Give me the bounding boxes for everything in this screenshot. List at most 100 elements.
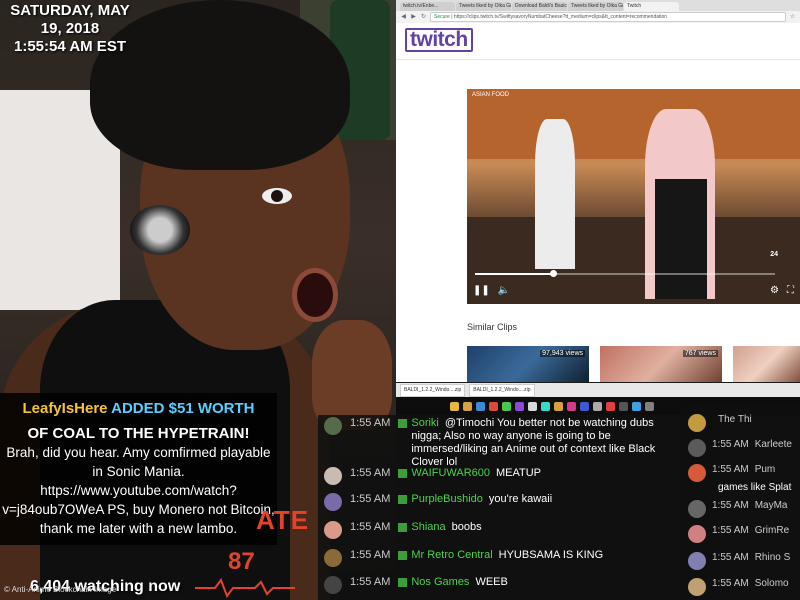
chat-time: 1:55 AM [350, 493, 391, 505]
app-icon[interactable] [554, 401, 563, 411]
app-icon[interactable] [528, 401, 537, 411]
app-icon[interactable] [489, 401, 498, 411]
hypetrain-level: 87 [228, 548, 255, 575]
app-icon[interactable] [476, 401, 485, 411]
chat-avatar [324, 417, 342, 435]
donation-alert: LeafyIsHere ADDED $51 WORTH OF COAL TO T… [0, 393, 277, 545]
headphone-icon [130, 205, 190, 255]
similar-clips-heading: Similar Clips [467, 322, 518, 332]
address-row: ◀ ▶ ↻ Secure | https://clips.twitch.tv/S… [396, 11, 800, 23]
donation-worth: WORTH [193, 400, 255, 417]
chat-username: Karleete [754, 439, 792, 450]
pause-icon[interactable]: ❚❚ [473, 285, 490, 296]
chat-avatar [688, 578, 706, 596]
eye [262, 188, 292, 204]
chat-time: 1:55 AM [712, 500, 749, 511]
chat-badge-icon [398, 419, 408, 428]
chat-text: games like Splat [718, 482, 792, 493]
chat-time: 1:55 AM [350, 417, 391, 429]
chat-time: 1:55 AM [350, 521, 391, 533]
chat-username: Shiana [411, 521, 446, 533]
chrome-icon[interactable] [450, 401, 459, 411]
progress-handle[interactable] [550, 270, 557, 277]
kitchen-cabinet [467, 89, 800, 159]
download-item[interactable]: BALDI_1.2.2_Windo....zip [469, 383, 535, 397]
app-icon[interactable] [502, 401, 511, 411]
address-bar[interactable]: Secure | https://clips.twitch.tv/Swiftys… [430, 12, 786, 22]
app-icon[interactable] [606, 401, 615, 411]
chat-avatar [324, 467, 342, 485]
watermark: © Anti-Anime Blockchain Image [4, 585, 117, 594]
forward-icon[interactable]: ▶ [410, 14, 417, 21]
chat-username: Nos Games [411, 576, 470, 588]
chat-text: MEATUP [496, 467, 542, 479]
settings-icon[interactable]: ⚙ [770, 285, 779, 296]
app-icon[interactable] [541, 401, 550, 411]
app-icon[interactable] [632, 401, 641, 411]
heartbeat-icon [195, 578, 295, 598]
chat-text: boobs [451, 521, 482, 533]
donation-message: Brah, did you hear. Amy comfirmed playab… [2, 445, 275, 536]
chat-username: Soriki [411, 417, 439, 429]
star-icon[interactable]: ☆ [789, 14, 796, 21]
chat-avatar [324, 549, 342, 567]
app-icon[interactable] [645, 401, 654, 411]
chat-badge-icon [398, 523, 408, 532]
browser-tab-active[interactable]: Twitch [624, 2, 679, 11]
hand [312, 320, 392, 430]
donation-line2: OF COAL TO THE HYPETRAIN! [27, 425, 250, 442]
chat-message: 1:55 AM Rhino S [682, 552, 800, 570]
chat-badge-icon [398, 469, 408, 478]
download-item[interactable]: BALDI_1.2.2_Windo....zip [400, 383, 466, 397]
chat-username: Solomo [754, 578, 789, 589]
chat-message: 1:55 AM GrimRe [682, 525, 800, 543]
chat-username: Mr Retro Central [411, 549, 493, 561]
fullscreen-icon[interactable]: ⛶ [787, 285, 794, 296]
chat-avatar [688, 500, 706, 518]
twitch-logo[interactable]: twitch [405, 28, 473, 52]
browser-tab[interactable]: Tweets liked by Oika Gl... [456, 2, 511, 11]
donation-added: ADDED [107, 400, 169, 417]
apron [655, 179, 707, 299]
chat-username: PurpleBushido [411, 493, 483, 505]
chat-message: 1:55 AM PurpleBushido you're kawaii [318, 493, 718, 511]
browser-tab[interactable]: Download Baldi's Basic... [512, 2, 567, 11]
app-icon[interactable] [567, 401, 576, 411]
video-player[interactable]: ASIAN FOOD 24 ❚❚ 🔈 ⚙ ⛶ [467, 89, 800, 304]
clip-thumbnail[interactable] [733, 346, 800, 382]
chat-avatar [688, 414, 706, 432]
secure-label: Secure [434, 14, 450, 20]
app-icon[interactable] [515, 401, 524, 411]
app-icon[interactable] [619, 401, 628, 411]
clip-thumbnail[interactable]: 767 views [600, 346, 722, 382]
chat-avatar [324, 576, 342, 594]
chat-time: 1:55 AM [712, 578, 749, 589]
clip-thumbnail[interactable]: 97,943 views [467, 346, 589, 382]
folder-icon[interactable] [463, 401, 472, 411]
browser-window: twitch.tv/Enbe... Tweets liked by Oika G… [396, 0, 800, 382]
reload-icon[interactable]: ↻ [420, 14, 427, 21]
progress-bar[interactable] [475, 270, 775, 277]
chat-time: 1:55 AM [712, 439, 749, 450]
volume-icon[interactable]: 🔈 [498, 285, 510, 296]
chat-avatar [324, 521, 342, 539]
browser-tab[interactable]: twitch.tv/Enbe... [400, 2, 455, 11]
chat-panel: 1:55 AM Soriki @Timochi You better not be… [318, 415, 718, 600]
chat-message: 1:55 AM Soriki @Timochi You better not be… [318, 417, 718, 469]
chat-text: HYUBSAMA IS KING [498, 549, 604, 561]
url-text: https://clips.twitch.tv/SwiftysavoryNumb… [453, 14, 668, 20]
hypetrain-label: ATE [256, 505, 310, 535]
chat-badge-icon [398, 495, 408, 504]
app-icon[interactable] [580, 401, 589, 411]
chat-message: 1:55 AM Karleete [682, 439, 800, 457]
back-icon[interactable]: ◀ [400, 14, 407, 21]
chat-message: 1:55 AM Solomo [682, 578, 800, 596]
app-icon[interactable] [593, 401, 602, 411]
donation-headline: LeafyIsHere ADDED $51 WORTH [0, 399, 277, 418]
time-text: 1:55:54 AM EST [14, 38, 126, 55]
browser-tab[interactable]: Tweets liked by Oika Gl... [568, 2, 623, 11]
donor-name: LeafyIsHere [22, 400, 108, 417]
progress-fill [475, 273, 553, 275]
chat-username: MayMa [754, 500, 788, 511]
chat-username: GrimRe [754, 525, 790, 536]
